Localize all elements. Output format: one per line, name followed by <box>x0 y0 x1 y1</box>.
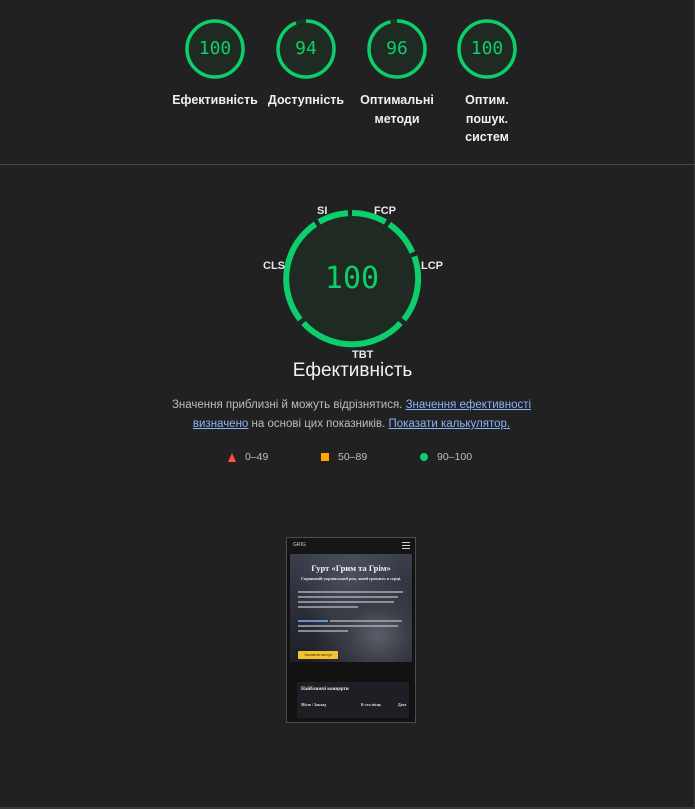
gauge-ring: 100 <box>456 18 518 80</box>
performance-score: 100 <box>324 261 380 296</box>
circle-icon <box>420 453 428 462</box>
score-legend: 0–49 50–89 90–100 <box>0 450 695 464</box>
gauge-score: 96 <box>386 38 408 59</box>
gauge-ring: 96 <box>366 18 428 80</box>
thumbnail-concerts-card: Найближчі концерти Місто / Заклад К-сть … <box>297 682 409 718</box>
thumbnail-text-line <box>298 630 348 632</box>
hamburger-menu-icon <box>402 542 410 551</box>
legend-pass: 90–100 <box>420 450 472 464</box>
gauge-ring: 94 <box>275 18 337 80</box>
metric-cls-label: CLS <box>263 260 285 272</box>
legend-fail-range: 0–49 <box>245 451 269 463</box>
legend-pass-range: 90–100 <box>437 451 473 463</box>
thumbnail-header: GRIG <box>287 538 415 554</box>
thumbnail-card-title: Найближчі концерти <box>301 687 349 692</box>
gauge-score: 94 <box>295 38 317 59</box>
final-screenshot-thumbnail[interactable]: GRIG Гурт «Грим та Грім» Справжній украї… <box>286 537 416 723</box>
square-icon <box>321 453 329 462</box>
thumbnail-text-line <box>298 591 403 593</box>
thumbnail-text-line <box>298 606 358 608</box>
category-summary: 100 Ефективність 94 Доступність 96 Оптим… <box>0 18 695 164</box>
gauge-seo[interactable]: 100 Оптим. пошук. систем <box>432 18 542 147</box>
note-text: Значення приблизні й можуть відрізнятися… <box>171 399 406 411</box>
thumbnail-cta-button: Замовити виступ <box>298 651 338 659</box>
thumbnail-text-line <box>330 620 402 622</box>
gauge-score: 100 <box>470 38 504 59</box>
thumbnail-text-line <box>298 625 398 627</box>
gauge-label: Оптимальні методи <box>360 93 434 126</box>
metric-si-label: SI <box>317 205 328 217</box>
thumbnail-text-line <box>298 596 398 598</box>
gauge-ring: 100 <box>184 18 246 80</box>
legend-average: 50–89 <box>321 450 367 464</box>
triangle-icon <box>228 452 236 462</box>
thumbnail-col: Дата <box>398 703 407 707</box>
performance-gauge: 100 <box>282 209 422 349</box>
performance-note: Значення приблизні й можуть відрізнятися… <box>150 396 553 434</box>
thumbnail-col: К-сть місць <box>361 703 382 707</box>
note-text-middle: на основі цих показників. <box>248 418 389 430</box>
thumbnail-text-line <box>298 601 394 603</box>
thumbnail-hero: Гурт «Грим та Грім» Справжній українськи… <box>290 554 412 662</box>
legend-average-range: 50–89 <box>338 451 368 463</box>
thumbnail-logo: GRIG <box>293 542 306 548</box>
legend-fail: 0–49 <box>228 450 268 464</box>
section-divider <box>0 164 695 165</box>
performance-title: Ефективність <box>292 360 413 381</box>
gauge-label: Оптим. пошук. систем <box>465 93 509 144</box>
thumbnail-hero-subtitle: Справжній український рок, який гримить … <box>300 576 402 581</box>
thumbnail-link-line <box>298 620 328 622</box>
gauge-score: 100 <box>198 38 232 59</box>
metric-lcp-label: LCP <box>421 260 443 272</box>
calculator-link[interactable]: Показати калькулятор. <box>388 418 510 430</box>
metric-fcp-label: FCP <box>374 205 396 217</box>
thumbnail-hero-title: Гурт «Грим та Грім» <box>311 563 391 573</box>
thumbnail-col: Місто / Заклад <box>301 703 327 707</box>
